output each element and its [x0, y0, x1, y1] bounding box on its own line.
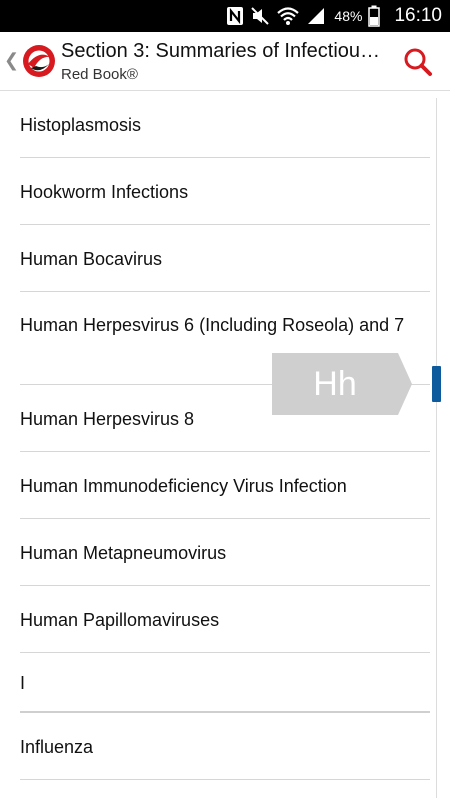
red-book-logo[interactable] [22, 44, 56, 78]
list-item[interactable]: Human Bocavirus [20, 225, 430, 292]
list-item-label: Human Herpesvirus 8 [20, 409, 195, 429]
list-item[interactable]: Human Papillomaviruses [20, 586, 430, 653]
list-item[interactable]: Histoplasmosis [20, 91, 430, 158]
scrollbar-handle[interactable] [432, 366, 441, 402]
signal-icon [308, 8, 325, 24]
scrollbar-track[interactable] [436, 98, 437, 798]
section-header-label: I [20, 673, 26, 693]
list-item-label: Human Herpesvirus 6 (Including Roseola) … [20, 315, 405, 335]
section-header: I [20, 653, 430, 713]
battery-icon [368, 5, 381, 27]
status-bar: 48% 16:10 [0, 0, 450, 32]
list-item[interactable]: Influenza [20, 713, 430, 780]
clock: 16:10 [394, 5, 442, 26]
status-icons: 48% 16:10 [226, 0, 442, 32]
battery-percent: 48% [334, 8, 363, 24]
mute-icon [251, 7, 270, 25]
page-subtitle: Red Book® [61, 66, 138, 83]
list-item-label: Influenza [20, 737, 94, 757]
index-letter-label: Hh [313, 365, 357, 403]
list-item-label: Human Immunodeficiency Virus Infection [20, 476, 347, 496]
list-item-label: Human Metapneumovirus [20, 543, 227, 563]
list-item[interactable]: Human Immunodeficiency Virus Infection [20, 452, 430, 519]
list-item-label: Human Bocavirus [20, 249, 163, 269]
list-item-label: Histoplasmosis [20, 115, 142, 135]
nfc-icon [227, 7, 244, 25]
topic-list: Histoplasmosis Hookworm Infections Human… [0, 91, 450, 800]
page-title: Section 3: Summaries of Infectious Disea… [61, 40, 381, 62]
list-item[interactable]: Hookworm Infections [20, 158, 430, 225]
chevron-left-icon[interactable]: ❮ [4, 50, 19, 71]
search-icon[interactable] [402, 46, 434, 78]
list-item[interactable]: Human Metapneumovirus [20, 519, 430, 586]
list-item-label: Human Papillomaviruses [20, 610, 220, 630]
action-bar: ❮ Section 3: Summaries of Infectious Dis… [0, 32, 450, 91]
wifi-icon [277, 7, 300, 25]
list-item-label: Hookworm Infections [20, 182, 189, 202]
